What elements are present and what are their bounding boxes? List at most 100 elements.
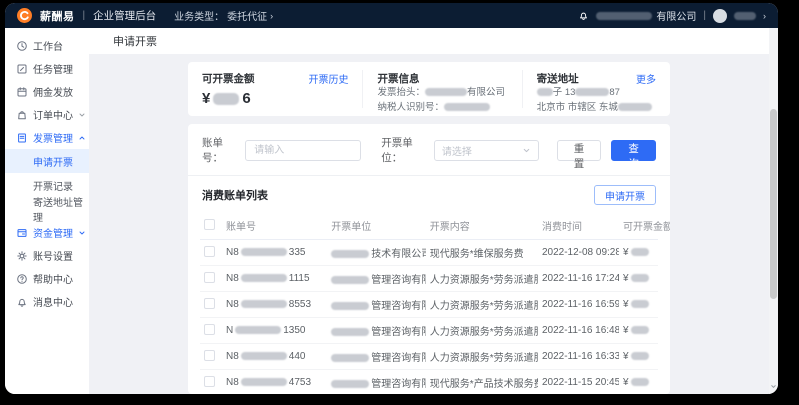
scrollbar-thumb[interactable] <box>770 109 777 299</box>
sidebar-item-label: 佣金发放 <box>33 84 73 99</box>
bill-no-cell: N84753 <box>222 370 327 395</box>
bill-list-title: 消费账单列表 <box>202 187 268 203</box>
business-type-value: 委托代征 <box>227 8 267 23</box>
sidebar-subitem-mail-address[interactable]: 寄送地址管理 <box>5 197 89 221</box>
tax-id-line: 纳税人识别号： <box>377 101 507 116</box>
sidebar-item-help[interactable]: 帮助中心 <box>5 267 89 290</box>
sidebar-item-invoice[interactable]: 发票管理 <box>5 126 89 149</box>
sidebar-item-messages[interactable]: 消息中心 <box>5 290 89 313</box>
content-area: 可开票金额 开票历史 ¥ 6 开票信息 <box>89 54 769 394</box>
column-header: 开票内容 <box>426 212 538 240</box>
sidebar-item-account[interactable]: 账号设置 <box>5 244 89 267</box>
invoice-unit-cell: 管理咨询有限公司 <box>327 344 425 370</box>
filter-row: 账单号： 开票单位： 请选择 重置 查询 <box>200 133 658 175</box>
business-type-switcher[interactable]: 业务类型： 委托代征 › <box>174 8 273 23</box>
table-header-row: 账单号开票单位开票内容消费时间可开票金额 <box>200 212 658 240</box>
invoice-unit-cell: 管理咨询有限公司 <box>327 318 425 344</box>
brand-logo-icon <box>17 8 32 23</box>
invoice-content-cell: 人力资源服务*劳务派遣服务费 <box>426 266 538 292</box>
invoice-content-cell: 人力资源服务*劳务派遣服务费 <box>426 292 538 318</box>
bill-no-cell: N8440 <box>222 344 327 370</box>
invoice-icon <box>16 132 28 144</box>
company-suffix: 有限公司 <box>656 8 696 23</box>
row-checkbox[interactable] <box>204 350 215 361</box>
sidebar-item-label: 消息中心 <box>33 294 73 309</box>
invoice-info-label: 开票信息 <box>377 71 419 86</box>
clock-icon <box>16 40 28 52</box>
sidebar-item-label: 发票管理 <box>33 130 73 145</box>
amount-cell: ¥ <box>619 344 658 370</box>
table-row: N1350管理咨询有限公司人力资源服务*劳务派遣服务费2022-11-16 16… <box>200 318 658 344</box>
chevron-up-icon <box>78 134 86 142</box>
summary-card: 可开票金额 开票历史 ¥ 6 开票信息 <box>188 62 670 116</box>
edit-icon <box>16 63 28 75</box>
invoiceable-amount-value: ¥ 6 <box>202 90 348 107</box>
column-header: 消费时间 <box>538 212 619 240</box>
invoice-content-cell: 现代服务*维保服务费 <box>426 240 538 266</box>
bill-no-cell: N8335 <box>222 240 327 266</box>
amount-cell: ¥ <box>619 266 658 292</box>
sidebar-item-label: 账号设置 <box>33 248 73 263</box>
topbar-divider: | <box>703 10 706 21</box>
consume-time-cell: 2022-11-16 17:24:05 <box>538 266 619 292</box>
bill-table-body: N8335技术有限公司现代服务*维保服务费2022-12-08 09:28:05… <box>200 240 658 395</box>
redacted-company-name <box>596 12 652 20</box>
row-checkbox[interactable] <box>204 298 215 309</box>
row-checkbox[interactable] <box>204 272 215 283</box>
column-header: 可开票金额 <box>619 212 658 240</box>
bill-table: 账单号开票单位开票内容消费时间可开票金额 N8335技术有限公司现代服务*维保服… <box>200 212 658 394</box>
sidebar-subitem-label: 寄送地址管理 <box>33 194 89 224</box>
invoice-content-cell: 现代服务*产品技术服务费 <box>426 370 538 395</box>
redacted-username <box>734 12 756 20</box>
vertical-scrollbar[interactable] <box>769 28 778 394</box>
sidebar-item-funds[interactable]: 资金管理 <box>5 221 89 244</box>
user-avatar[interactable] <box>713 9 727 23</box>
invoice-content-cell: 人力资源服务*劳务派遣服务费 <box>426 318 538 344</box>
sidebar-item-orders[interactable]: 订单中心 <box>5 103 89 126</box>
calendar-icon <box>16 86 28 98</box>
bill-no-label: 账单号： <box>202 135 239 165</box>
row-checkbox[interactable] <box>204 376 215 387</box>
brand-separator: | <box>83 10 86 21</box>
amount-cell: ¥ <box>619 318 658 344</box>
reset-button[interactable]: 重置 <box>557 140 602 161</box>
gear-icon <box>16 250 28 262</box>
select-all-checkbox[interactable] <box>204 219 215 230</box>
consume-time-cell: 2022-12-08 09:28:05 <box>538 240 619 266</box>
table-row: N88553管理咨询有限公司人力资源服务*劳务派遣服务费2022-11-16 1… <box>200 292 658 318</box>
current-company[interactable]: 有限公司 <box>596 8 696 23</box>
address-line: 北京市 市辖区 东城 <box>537 101 656 116</box>
sidebar-item-workbench[interactable]: 工作台 <box>5 34 89 57</box>
apply-invoice-button[interactable]: 申请开票 <box>594 185 656 205</box>
app-window: 薪酬易 | 企业管理后台 业务类型： 委托代征 › 有限公司 | › <box>5 3 778 394</box>
user-menu-chevron-icon[interactable]: › <box>763 11 766 21</box>
app-subtitle: 企业管理后台 <box>93 8 156 23</box>
column-header: 账单号 <box>222 212 327 240</box>
invoice-unit-select[interactable]: 请选择 <box>434 140 539 161</box>
chevron-right-icon: › <box>270 11 273 21</box>
sidebar-item-commission[interactable]: 佣金发放 <box>5 80 89 103</box>
column-header: 开票单位 <box>327 212 425 240</box>
sidebar-item-tasks[interactable]: 任务管理 <box>5 57 89 80</box>
scrollbar-down-arrow-icon[interactable] <box>769 383 778 390</box>
table-row: N81115管理咨询有限公司人力资源服务*劳务派遣服务费2022-11-16 1… <box>200 266 658 292</box>
sidebar-item-label: 订单中心 <box>33 107 73 122</box>
chevron-down-icon <box>522 146 531 155</box>
invoiceable-amount-label: 可开票金额 <box>202 71 255 86</box>
invoice-history-link[interactable]: 开票历史 <box>308 71 348 86</box>
sidebar-item-label: 工作台 <box>33 38 63 53</box>
bill-no-cell: N1350 <box>222 318 327 344</box>
select-placeholder: 请选择 <box>442 143 472 158</box>
bill-no-input[interactable] <box>245 140 361 161</box>
business-type-label: 业务类型： <box>174 8 224 23</box>
table-row: N8335技术有限公司现代服务*维保服务费2022-12-08 09:28:05… <box>200 240 658 266</box>
row-checkbox[interactable] <box>204 324 215 335</box>
brand-name: 薪酬易 <box>40 8 75 24</box>
sidebar-subitem-label: 开票记录 <box>33 178 73 193</box>
consume-time-cell: 2022-11-16 16:33:05 <box>538 344 619 370</box>
search-button[interactable]: 查询 <box>611 140 656 161</box>
notification-bell-icon[interactable] <box>578 10 589 21</box>
row-checkbox[interactable] <box>204 246 215 257</box>
address-more-link[interactable]: 更多 <box>636 71 656 86</box>
sidebar-subitem-apply-invoice[interactable]: 申请开票 <box>5 149 89 173</box>
